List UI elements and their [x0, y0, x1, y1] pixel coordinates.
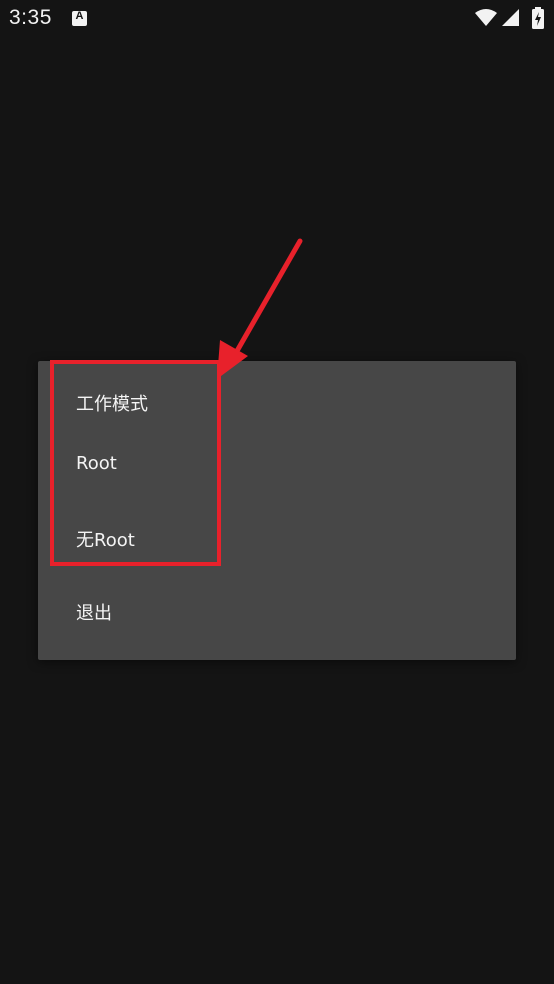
notification-a-letter: A — [75, 10, 84, 22]
status-bar: 3:35 A — [0, 0, 554, 38]
notification-a-icon: A — [72, 10, 87, 26]
signal-icon — [502, 9, 519, 26]
menu-item-exit-label: 退出 — [76, 603, 112, 624]
annotation-highlight-box — [50, 360, 221, 566]
wifi-icon — [475, 9, 497, 26]
status-time: 3:35 — [9, 6, 52, 29]
menu-item-exit[interactable]: 退出 — [38, 583, 516, 637]
screen: 3:35 A 工作模式 Root 无Root 退出 — [0, 0, 554, 984]
battery-charging-icon — [532, 7, 544, 29]
